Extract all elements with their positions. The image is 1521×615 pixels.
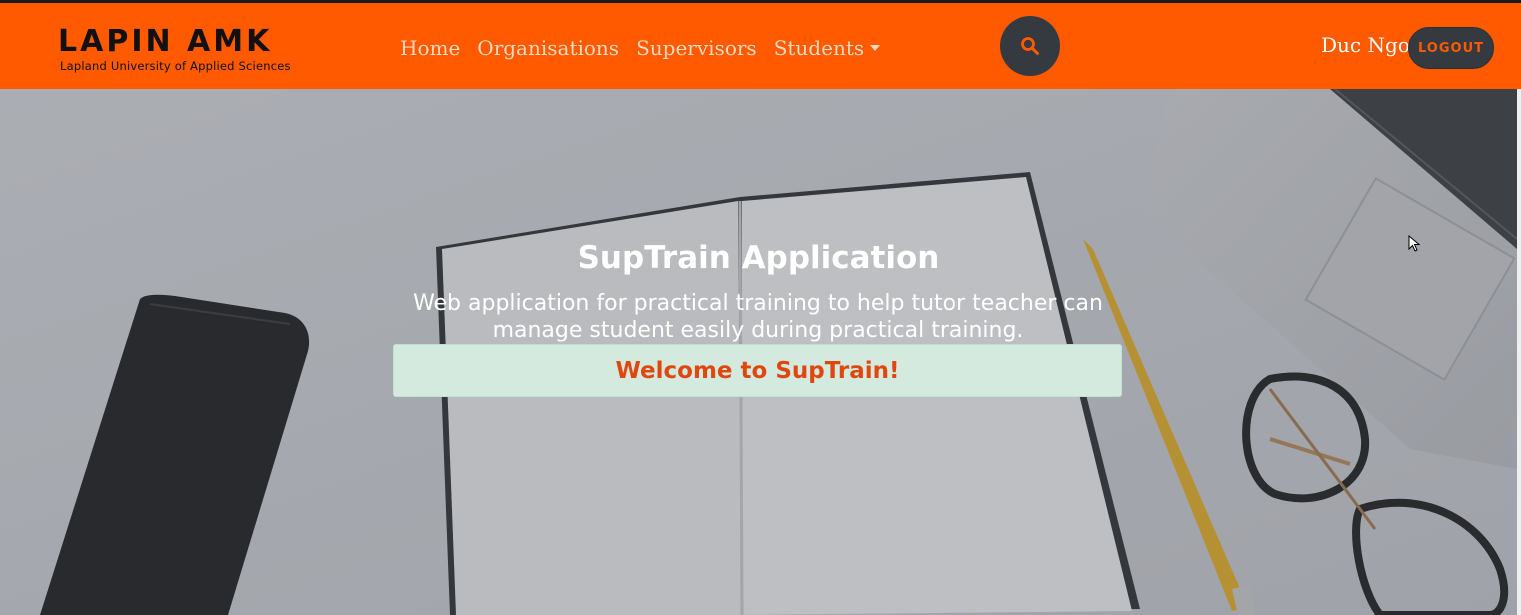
user-name: Duc Ngo [1321, 33, 1410, 57]
logout-button[interactable]: LOGOUT [1408, 27, 1494, 69]
logo-title: LAPIN AMK [58, 24, 273, 59]
nav-supervisors[interactable]: Supervisors [636, 36, 757, 60]
nav-organisations[interactable]: Organisations [477, 36, 619, 60]
search-button[interactable] [1000, 16, 1060, 76]
logo-subtitle: Lapland University of Applied Sciences [60, 59, 291, 73]
nav-students-label: Students [773, 36, 865, 60]
hero-description: Web application for practical training t… [413, 291, 1103, 343]
navbar: LAPIN AMK Lapland University of Applied … [0, 3, 1521, 89]
welcome-message: Welcome to SupTrain! [615, 357, 900, 384]
hero-title: SupTrain Application [577, 240, 940, 276]
caret-down-icon [870, 44, 881, 51]
logo[interactable]: LAPIN AMK Lapland University of Applied … [58, 25, 348, 77]
nav-students-dropdown[interactable]: Students [773, 36, 881, 60]
nav-links: Home Organisations Supervisors Students [400, 33, 881, 63]
nav-home[interactable]: Home [400, 36, 460, 60]
welcome-alert: Welcome to SupTrain! [393, 344, 1122, 397]
search-icon [1021, 37, 1039, 55]
scrollbar-track[interactable] [1517, 89, 1521, 615]
